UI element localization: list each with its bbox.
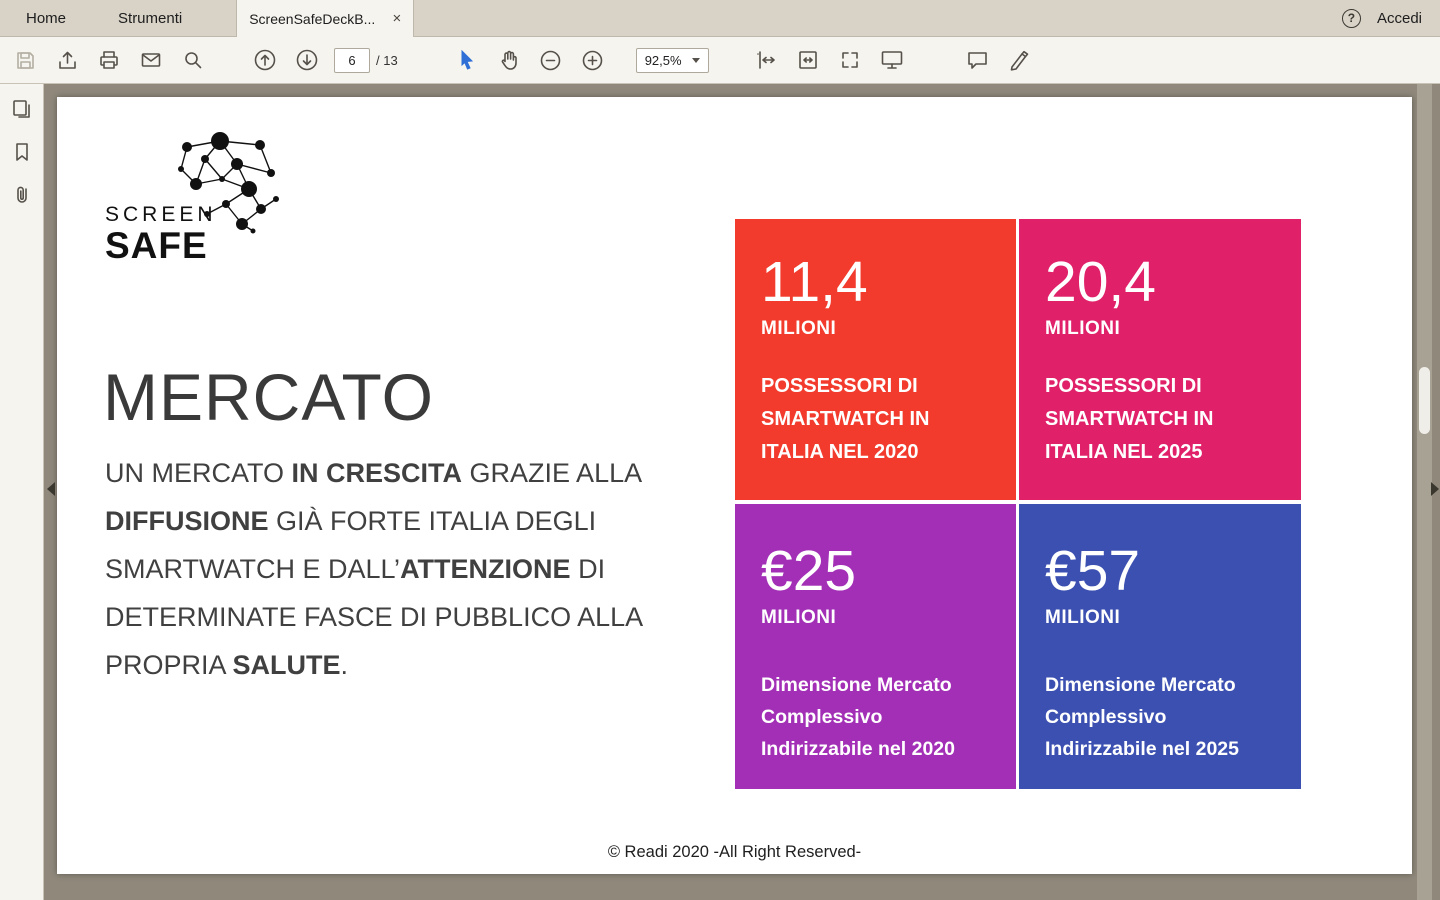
zoom-in-icon[interactable] <box>578 45 608 75</box>
pdf-page: SCREEN SAFE MERCATO UN MERCATO IN CRESCI… <box>57 97 1412 874</box>
stat-box-2020-owners: 11,4 MILIONI POSSESSORI DI SMARTWATCH IN… <box>735 219 1016 500</box>
stat-box-2025-market: €57 MILIONI Dimensione Mercato Complessi… <box>1019 504 1301 789</box>
previous-page-button[interactable] <box>250 45 280 75</box>
slide-paragraph: UN MERCATO IN CRESCITA GRAZIE ALLA DIFFU… <box>105 458 642 680</box>
expand-right-panel-icon[interactable] <box>1431 482 1439 496</box>
stat-value: 11,4 <box>761 250 868 314</box>
stat-value: €25 <box>761 539 857 603</box>
stat-desc: Dimensione Mercato Complessivo Indirizza… <box>761 673 955 760</box>
stat-boxes-grid: 11,4 MILIONI POSSESSORI DI SMARTWATCH IN… <box>735 219 1301 789</box>
tab-document-label: ScreenSafeDeckB... <box>249 10 376 27</box>
sign-in-button[interactable]: Accedi <box>1377 10 1422 27</box>
share-icon[interactable] <box>52 45 82 75</box>
fit-width-icon[interactable] <box>751 45 781 75</box>
stat-desc: POSSESSORI DI SMARTWATCH IN ITALIA NEL 2… <box>761 374 930 463</box>
next-page-button[interactable] <box>292 45 322 75</box>
stat-desc: Dimensione Mercato Complessivo Indirizza… <box>1045 673 1239 760</box>
stat-unit: MILIONI <box>761 606 837 628</box>
close-icon[interactable]: × <box>392 10 401 27</box>
chevron-down-icon <box>691 57 700 63</box>
attachment-icon[interactable] <box>12 184 32 211</box>
left-panel-rail <box>0 84 44 900</box>
zoom-level-label: 92,5% <box>644 52 682 68</box>
page-thumbnails-icon[interactable] <box>11 98 33 125</box>
stat-unit: MILIONI <box>1045 606 1121 628</box>
stat-unit: MILIONI <box>761 317 837 339</box>
page-number-input[interactable] <box>334 47 370 73</box>
zoom-select[interactable]: 92,5% <box>635 47 709 73</box>
stat-unit: MILIONI <box>1045 317 1121 339</box>
bookmark-icon[interactable] <box>12 141 32 168</box>
comment-icon[interactable] <box>963 45 993 75</box>
highlight-pen-icon[interactable] <box>1005 45 1035 75</box>
logo-text-screen: SCREEN <box>105 203 217 226</box>
page-count-label: / 13 <box>376 52 398 68</box>
stat-value: 20,4 <box>1045 250 1156 314</box>
scrollbar-thumb[interactable] <box>1419 367 1430 434</box>
top-tab-bar: Home Strumenti ScreenSafeDeckB... × ? Ac… <box>0 0 1440 37</box>
collapse-left-panel-icon[interactable] <box>47 482 55 496</box>
page-title: MERCATO <box>103 360 434 434</box>
logo-text-safe: SAFE <box>105 225 208 266</box>
fit-page-icon[interactable] <box>793 45 823 75</box>
stat-box-2020-market: €25 MILIONI Dimensione Mercato Complessi… <box>735 504 1016 789</box>
vertical-scrollbar[interactable] <box>1417 84 1432 900</box>
fullscreen-icon[interactable] <box>835 45 865 75</box>
copyright-footer: © Readi 2020 -All Right Reserved- <box>607 843 862 861</box>
tab-home[interactable]: Home <box>0 0 92 36</box>
stat-box-2025-owners: 20,4 MILIONI POSSESSORI DI SMARTWATCH IN… <box>1019 219 1301 500</box>
email-icon[interactable] <box>136 45 166 75</box>
select-tool-icon[interactable] <box>452 45 482 75</box>
save-icon[interactable] <box>10 45 40 75</box>
stat-value: €57 <box>1045 539 1141 603</box>
acrobat-window: Home Strumenti ScreenSafeDeckB... × ? Ac… <box>0 0 1440 900</box>
toolbar: / 13 92,5% <box>0 37 1440 84</box>
print-icon[interactable] <box>94 45 124 75</box>
zoom-out-icon[interactable] <box>536 45 566 75</box>
screensafe-logo: SCREEN SAFE <box>105 127 345 267</box>
tab-tools[interactable]: Strumenti <box>92 0 208 36</box>
presentation-icon[interactable] <box>877 45 907 75</box>
tab-document[interactable]: ScreenSafeDeckB... × <box>236 0 415 37</box>
stat-desc: POSSESSORI DI SMARTWATCH IN ITALIA NEL 2… <box>1045 374 1214 463</box>
search-icon[interactable] <box>178 45 208 75</box>
hand-tool-icon[interactable] <box>494 45 524 75</box>
help-icon[interactable]: ? <box>1341 8 1361 28</box>
